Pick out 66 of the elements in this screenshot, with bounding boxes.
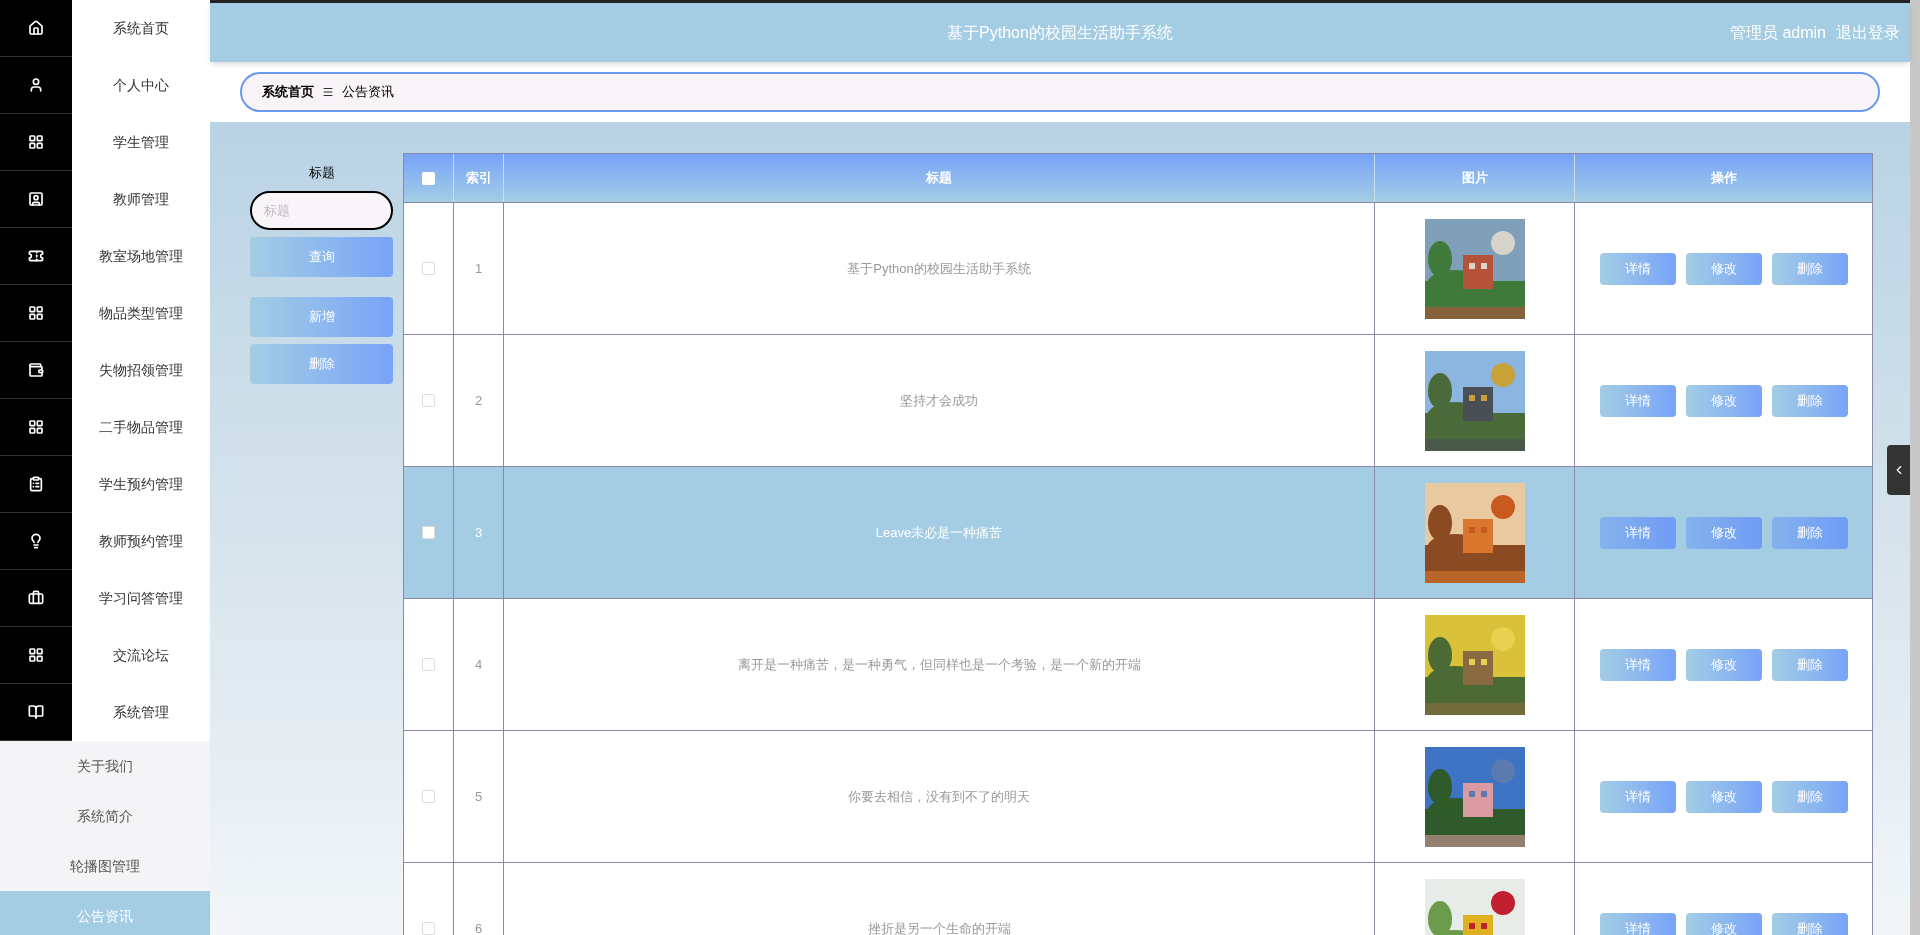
grid-icon: [28, 134, 44, 150]
index-cell-text: 6: [474, 919, 483, 935]
row-checkbox[interactable]: [422, 394, 435, 407]
details-button[interactable]: 详情: [1599, 648, 1676, 681]
ticket-icon: [28, 248, 44, 264]
home-icon: [28, 20, 44, 36]
query-button[interactable]: 查询: [250, 236, 393, 277]
table-row[interactable]: 2 坚持才会成功 详情 修改 删除: [404, 334, 1872, 466]
user-label: 管理员 admin: [1729, 22, 1826, 43]
index-cell-text: 3: [474, 523, 483, 542]
edit-button[interactable]: 修改: [1685, 252, 1762, 285]
delete-button[interactable]: 删除: [1771, 384, 1848, 417]
system-title: 基于Python的校园生活助手系统: [947, 22, 1173, 43]
details-button[interactable]: 详情: [1599, 912, 1676, 935]
add-button[interactable]: 新增: [250, 296, 393, 337]
title-cell-text: 基于Python的校园生活助手系统: [847, 259, 1031, 278]
submenu-item[interactable]: 轮播图管理: [0, 841, 210, 891]
delete-button[interactable]: 删除: [1771, 252, 1848, 285]
logout-link[interactable]: 退出登录: [1836, 20, 1900, 45]
wallet-icon: [28, 362, 44, 378]
user-icon: [28, 77, 44, 93]
delete-button[interactable]: 删除: [1771, 516, 1848, 549]
index-cell-text: 5: [474, 787, 483, 806]
row-checkbox[interactable]: [422, 526, 435, 539]
breadcrumb-current: 公告资讯: [342, 83, 394, 102]
index-cell-text: 2: [474, 391, 483, 410]
row-checkbox[interactable]: [422, 262, 435, 275]
delete-button[interactable]: 删除: [1771, 648, 1848, 681]
edit-button[interactable]: 修改: [1685, 516, 1762, 549]
clipboard-icon: [28, 476, 44, 492]
index-cell-text: 1: [474, 259, 483, 278]
details-button[interactable]: 详情: [1599, 252, 1676, 285]
grid-icon: [28, 305, 44, 321]
details-button[interactable]: 详情: [1599, 384, 1676, 417]
submenu-item[interactable]: 关于我们: [0, 741, 210, 791]
row-checkbox[interactable]: [422, 790, 435, 803]
delete-button[interactable]: 删除: [1771, 912, 1848, 935]
menu-icon: [322, 86, 334, 98]
grid-icon: [28, 419, 44, 435]
delete-button[interactable]: 删除: [1771, 780, 1848, 813]
edit-button[interactable]: 修改: [1685, 912, 1762, 935]
search-label: 标题: [308, 164, 335, 182]
delete-button[interactable]: 删除: [250, 343, 393, 384]
column-header: 操作: [1709, 169, 1738, 188]
submenu-item[interactable]: 公告资讯: [0, 891, 210, 935]
select-all-checkbox[interactable]: [422, 171, 435, 185]
briefcase-icon: [28, 590, 44, 606]
person-icon: [28, 191, 44, 207]
edit-button[interactable]: 修改: [1685, 780, 1762, 813]
submenu-item[interactable]: 系统简介: [0, 791, 210, 841]
edit-button[interactable]: 修改: [1685, 648, 1762, 681]
index-cell-text: 4: [474, 655, 483, 674]
row-checkbox[interactable]: [422, 922, 435, 935]
row-checkbox[interactable]: [422, 658, 435, 671]
lightbulb-icon: [28, 533, 44, 549]
book-icon: [28, 704, 44, 720]
grid-icon: [28, 647, 44, 663]
details-button[interactable]: 详情: [1599, 516, 1676, 549]
table-row[interactable]: 5 你要去相信，没有到不了的明天 详情 修改 删除: [404, 730, 1872, 862]
edit-button[interactable]: 修改: [1685, 384, 1762, 417]
breadcrumb-link[interactable]: 系统首页: [262, 82, 314, 102]
title-cell-text: 坚持才会成功: [900, 391, 978, 410]
title-cell-text: 你要去相信，没有到不了的明天: [848, 787, 1030, 806]
side-toggle-tab[interactable]: [1887, 445, 1910, 495]
table-row[interactable]: 1 基于Python的校园生活助手系统 详情 修改 删除: [404, 202, 1872, 334]
details-button[interactable]: 详情: [1599, 780, 1676, 813]
